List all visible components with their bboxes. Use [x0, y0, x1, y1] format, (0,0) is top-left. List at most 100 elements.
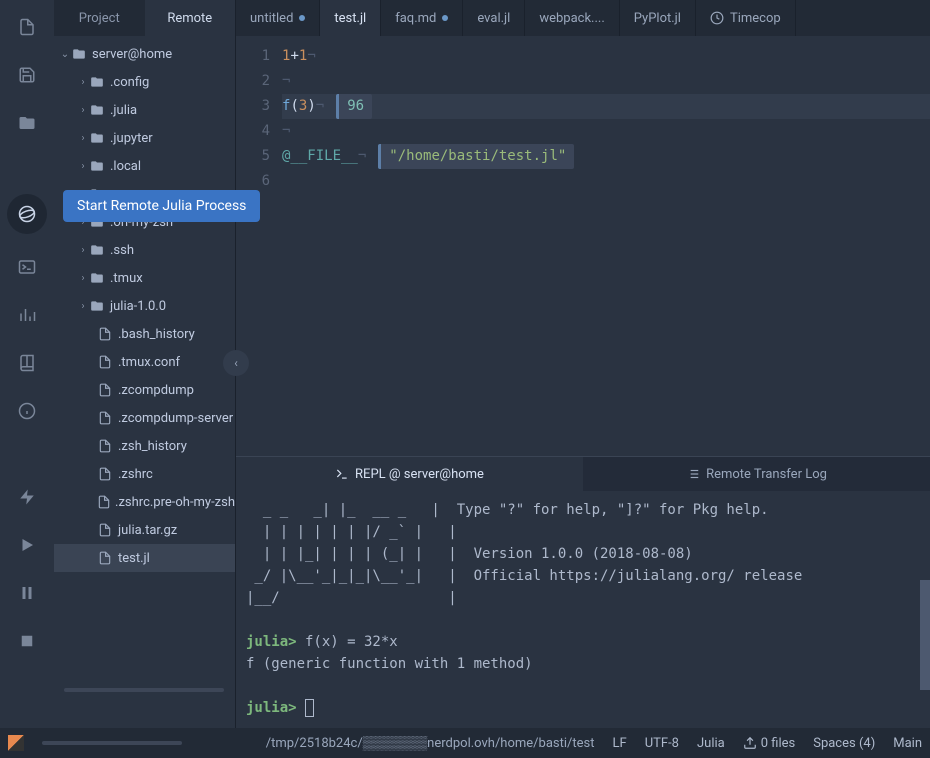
repl[interactable]: _ _ _| |_ __ _ | Type "?" for help, "]?"… [236, 491, 930, 728]
dirty-indicator-icon [442, 15, 448, 21]
info-icon[interactable] [12, 396, 42, 426]
dirty-indicator-icon [299, 15, 305, 21]
docs-icon[interactable] [12, 348, 42, 378]
status-scrollbar[interactable] [42, 741, 182, 745]
tree-file[interactable]: .zcompdump-server [54, 404, 235, 432]
tree-scrollbar[interactable] [64, 688, 224, 692]
tree-file[interactable]: .tmux.conf [54, 348, 235, 376]
tree-file[interactable]: .zshrc [54, 460, 235, 488]
editor-tab-label: Timecop [730, 11, 781, 26]
scrollbar[interactable] [920, 580, 930, 690]
status-spaces[interactable]: Spaces (4) [813, 736, 875, 751]
status-lang[interactable]: Julia [697, 736, 725, 751]
editor[interactable]: 123456 1+1¬ ¬ f(3)¬96 ¬ @__FILE__¬"/home… [236, 36, 930, 456]
gutter-line: 4 [236, 119, 270, 144]
cursor [305, 699, 314, 717]
tree-folder[interactable]: ›.tmux [54, 264, 235, 292]
file-icon [98, 523, 116, 537]
folder-icon [90, 75, 108, 89]
play-icon[interactable] [12, 530, 42, 560]
tree-folder[interactable]: › .julia [54, 96, 235, 124]
tree-label: .tmux.conf [116, 355, 180, 370]
gutter-line: 2 [236, 69, 270, 94]
tree-label: test.jl [116, 551, 150, 566]
tree-label: .local [108, 159, 141, 174]
editor-tab[interactable]: eval.jl [463, 0, 525, 36]
panel-tab-transfer[interactable]: Remote Transfer Log [583, 457, 930, 491]
panel-tab-repl[interactable]: REPL @ server@home [236, 457, 583, 491]
file-icon [98, 355, 116, 369]
panel: REPL @ server@home Remote Transfer Log _… [236, 456, 930, 728]
terminal-icon[interactable] [12, 252, 42, 282]
tree-file[interactable]: .zsh_history [54, 432, 235, 460]
file-icon [97, 495, 113, 509]
tree-folder[interactable]: › .config [54, 68, 235, 96]
file-icon [98, 411, 116, 425]
chevron-right-icon: › [76, 105, 90, 116]
chevron-right-icon: › [76, 77, 90, 88]
tree-label: julia-1.0.0 [108, 299, 166, 314]
editor-tab-label: test.jl [334, 11, 366, 26]
chart-icon[interactable] [12, 300, 42, 330]
file-icon [98, 467, 116, 481]
gutter-line: 1 [236, 44, 270, 69]
tree-folder[interactable]: › .ssh [54, 236, 235, 264]
editor-tabs: untitled test.jl faq.md eval.jl webpack.... P… [236, 0, 930, 36]
file-icon [98, 439, 116, 453]
tree-file[interactable]: .zshrc.pre-oh-my-zsh [54, 488, 235, 516]
file-icon [98, 383, 116, 397]
editor-tab-label: webpack.... [539, 11, 604, 26]
chevron-right-icon: › [76, 245, 90, 256]
tree-root[interactable]: ⌄ server@home [54, 40, 235, 68]
editor-tab[interactable]: PyPlot.jl [620, 0, 696, 36]
editor-tab[interactable]: webpack.... [525, 0, 619, 36]
globe-icon[interactable] [7, 194, 47, 234]
tree-label: .ssh [108, 243, 134, 258]
tree-label: .julia [108, 103, 137, 118]
sidebar-tab-project[interactable]: Project [54, 0, 145, 36]
activity-bar [0, 0, 54, 728]
tree-folder[interactable]: ›.local [54, 152, 235, 180]
inline-result: "/home/basti/test.jl" [378, 144, 574, 169]
sidebar-tab-remote[interactable]: Remote [145, 0, 236, 36]
file-icon [98, 551, 116, 565]
code-content[interactable]: 1+1¬ ¬ f(3)¬96 ¬ @__FILE__¬"/home/basti/… [282, 36, 930, 456]
status-encoding[interactable]: UTF-8 [645, 736, 679, 751]
flash-run-icon[interactable] [12, 482, 42, 512]
tree-file[interactable]: .zcompdump [54, 376, 235, 404]
save-icon[interactable] [12, 60, 42, 90]
folder-icon[interactable] [12, 108, 42, 138]
pause-icon[interactable] [12, 578, 42, 608]
tree-label: .zsh_history [116, 439, 187, 454]
file-icon[interactable] [12, 12, 42, 42]
status-eol[interactable]: LF [613, 736, 627, 751]
file-icon [98, 327, 116, 341]
tree-file[interactable]: test.jl [54, 544, 235, 572]
editor-tab[interactable]: untitled [236, 0, 320, 36]
sidebar: Project Remote ⌄ server@home ›.config›.j… [54, 0, 236, 728]
editor-tab-label: untitled [250, 11, 293, 26]
tooltip: Start Remote Julia Process [63, 190, 260, 222]
folder-icon [90, 299, 108, 313]
clock-icon [710, 11, 724, 25]
editor-tab-label: faq.md [395, 11, 436, 26]
folder-icon [90, 103, 108, 117]
editor-tab[interactable]: test.jl [320, 0, 381, 36]
tree-label: .zcompdump-server [116, 411, 233, 426]
color-swatch-icon[interactable] [8, 735, 24, 751]
file-tree[interactable]: ⌄ server@home ›.config›.julia›.jupyter›.… [54, 36, 235, 728]
tree-file[interactable]: julia.tar.gz [54, 516, 235, 544]
tree-label: .zcompdump [116, 383, 194, 398]
tree-file[interactable]: .bash_history [54, 320, 235, 348]
status-branch[interactable]: Main [893, 736, 922, 751]
stop-icon[interactable] [12, 626, 42, 656]
tree-folder[interactable]: ›julia-1.0.0 [54, 292, 235, 320]
tree-folder[interactable]: ›.jupyter [54, 124, 235, 152]
folder-icon [90, 243, 108, 257]
collapse-sidebar-button[interactable]: ‹ [223, 350, 249, 376]
tree-label: julia.tar.gz [116, 523, 177, 538]
tree-label: .config [108, 75, 149, 90]
editor-tab[interactable]: Timecop [696, 0, 796, 36]
status-files[interactable]: 0 files [743, 736, 796, 751]
editor-tab[interactable]: faq.md [381, 0, 463, 36]
